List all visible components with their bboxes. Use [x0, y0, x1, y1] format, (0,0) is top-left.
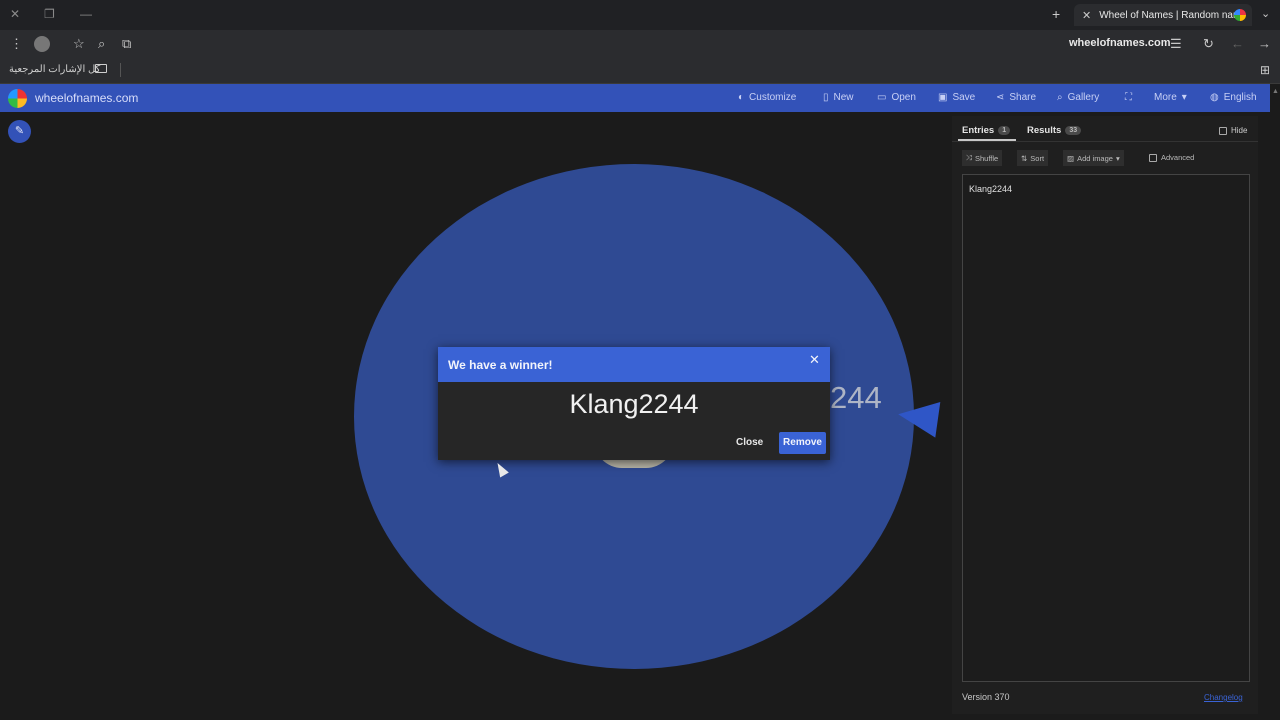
nav-fullscreen[interactable]: ⛶	[1125, 92, 1132, 103]
pencil-icon: ✎	[14, 125, 25, 137]
translate-icon[interactable]: ⧉	[122, 36, 131, 52]
all-bookmarks-label[interactable]: كل الإشارات المرجعية	[9, 64, 100, 75]
tab-close-icon[interactable]: ✕	[1082, 9, 1091, 22]
tab-results-label: Results	[1027, 125, 1062, 136]
nav-new-label: New	[833, 92, 854, 103]
nav-more-label: More	[1154, 92, 1177, 103]
apps-grid-icon[interactable]: ⊞	[1260, 63, 1270, 77]
wheel-pointer-icon	[895, 396, 941, 438]
palette-icon: ◐	[738, 92, 745, 103]
tab-title: Wheel of Names | Random nam	[1099, 9, 1242, 21]
tab-search-chevron-icon[interactable]: ⌄	[1261, 7, 1270, 20]
entries-sidebar: Entries 1 Results 33 Hide ⤨ Shuffle ⇅ So…	[952, 116, 1258, 714]
shuffle-label: Shuffle	[975, 153, 999, 163]
image-icon: ▨	[1067, 153, 1075, 163]
window-restore-icon[interactable]: ❐	[44, 7, 55, 21]
nav-customize[interactable]: ◐ Customize	[738, 92, 796, 103]
shuffle-button[interactable]: ⤨ Shuffle	[962, 150, 1003, 166]
tab-results[interactable]: Results 33	[1027, 125, 1082, 136]
advanced-label: Advanced	[1161, 153, 1195, 162]
edit-pencil-button[interactable]: ✎	[8, 120, 31, 143]
nav-customize-label: Customize	[749, 92, 797, 103]
profile-avatar-icon[interactable]	[34, 36, 50, 52]
page-scrollbar[interactable]	[1270, 84, 1280, 720]
back-arrow-icon[interactable]: ←	[1231, 36, 1244, 51]
globe-icon: ◍	[1210, 92, 1219, 103]
browser-tab-strip: ✕ ❐ — + ✕ Wheel of Names | Random nam ⌄	[0, 0, 1280, 30]
reload-icon[interactable]: ↻	[1203, 36, 1214, 52]
sort-label: Sort	[1030, 153, 1045, 163]
nav-more[interactable]: More ▾	[1154, 92, 1187, 103]
forward-arrow-icon[interactable]: →	[1258, 36, 1271, 51]
save-icon: ▣	[938, 92, 948, 103]
hide-checkbox-box[interactable]	[1219, 126, 1227, 135]
zoom-icon[interactable]: ⌕	[98, 36, 105, 52]
browser-tab[interactable]: ✕ Wheel of Names | Random nam	[1074, 4, 1252, 26]
dialog-close-icon[interactable]: ✕	[809, 352, 820, 368]
sort-button[interactable]: ⇅ Sort	[1017, 150, 1049, 166]
entries-count-badge: 1	[998, 126, 1011, 135]
results-count-badge: 33	[1065, 126, 1082, 135]
site-header: wheelofnames.com ◐ Customize ▯ New ▭ Open ▣…	[0, 84, 1270, 112]
add-image-button[interactable]: ▨ Add image ▾	[1063, 150, 1124, 166]
folder-icon: ▭	[877, 92, 887, 103]
nav-gallery-label: Gallery	[1067, 92, 1100, 103]
site-logo-icon[interactable]	[8, 89, 27, 108]
fullscreen-icon: ⛶	[1125, 92, 1132, 103]
advanced-checkbox[interactable]: Advanced	[1149, 153, 1194, 162]
nav-open[interactable]: ▭ Open	[877, 92, 916, 103]
window-minimize-icon[interactable]: —	[80, 7, 92, 21]
tabs-divider	[952, 141, 1258, 142]
nav-share-label: Share	[1009, 92, 1037, 103]
nav-gallery[interactable]: ⌕ Gallery	[1057, 92, 1099, 103]
nav-share[interactable]: ⋖ Share	[996, 92, 1036, 103]
version-text: Version 370	[962, 692, 1010, 702]
search-icon: ⌕	[1057, 92, 1063, 103]
tab-entries-label: Entries	[962, 125, 995, 136]
nav-save[interactable]: ▣ Save	[938, 92, 975, 103]
winner-dialog: We have a winner! ✕ Klang2244 Close Remo…	[438, 347, 830, 460]
advanced-checkbox-box[interactable]	[1149, 153, 1157, 162]
entry-line: Klang2244	[969, 184, 1013, 194]
chevron-down-icon: ▾	[1115, 153, 1120, 163]
bookmark-star-icon[interactable]: ☆	[73, 36, 85, 52]
dialog-header: We have a winner! ✕	[438, 347, 830, 382]
window-close-icon[interactable]: ✕	[10, 7, 20, 21]
changelog-link[interactable]: Changelog	[1204, 693, 1243, 702]
browser-toolbar: ⋮ ☆ ⌕ ⧉ wheelofnames.com ☰ ↻ ← →	[0, 30, 1280, 58]
entries-textarea[interactable]: Klang2244	[962, 174, 1250, 682]
shuffle-icon: ⤨	[966, 153, 972, 162]
add-image-label: Add image	[1077, 153, 1113, 163]
dialog-title: We have a winner!	[448, 358, 553, 372]
bookmarks-divider	[120, 63, 121, 77]
chevron-down-icon: ▾	[1181, 92, 1187, 103]
nav-open-label: Open	[891, 92, 916, 103]
nav-save-label: Save	[952, 92, 976, 103]
new-tab-icon[interactable]: +	[1052, 6, 1060, 22]
share-icon: ⋖	[996, 92, 1005, 103]
hide-checkbox[interactable]: Hide	[1219, 126, 1247, 135]
bookmarks-bar: كل الإشارات المرجعية ⊞	[0, 58, 1280, 84]
scroll-up-arrow-icon[interactable]: ▲	[1272, 88, 1279, 95]
hide-label: Hide	[1231, 126, 1248, 135]
winner-name: Klang2244	[569, 389, 699, 419]
remove-button[interactable]: Remove	[779, 432, 826, 454]
tab-favicon-icon	[1234, 9, 1246, 21]
tab-entries[interactable]: Entries 1	[962, 125, 1011, 136]
nav-language-label: English	[1223, 92, 1257, 103]
bookmark-folder-icon[interactable]	[95, 64, 107, 73]
nav-new[interactable]: ▯ New	[823, 92, 854, 103]
wheel-slice-label: 244	[830, 380, 882, 415]
site-name[interactable]: wheelofnames.com	[35, 91, 138, 105]
nav-language[interactable]: ◍ English	[1210, 92, 1257, 103]
address-bar-url[interactable]: wheelofnames.com	[1069, 37, 1170, 49]
sort-icon: ⇅	[1021, 153, 1028, 163]
document-icon: ▯	[823, 92, 829, 103]
site-settings-icon[interactable]: ☰	[1170, 36, 1182, 52]
menu-dots-icon[interactable]: ⋮	[10, 36, 23, 52]
close-button[interactable]: Close	[736, 437, 763, 448]
